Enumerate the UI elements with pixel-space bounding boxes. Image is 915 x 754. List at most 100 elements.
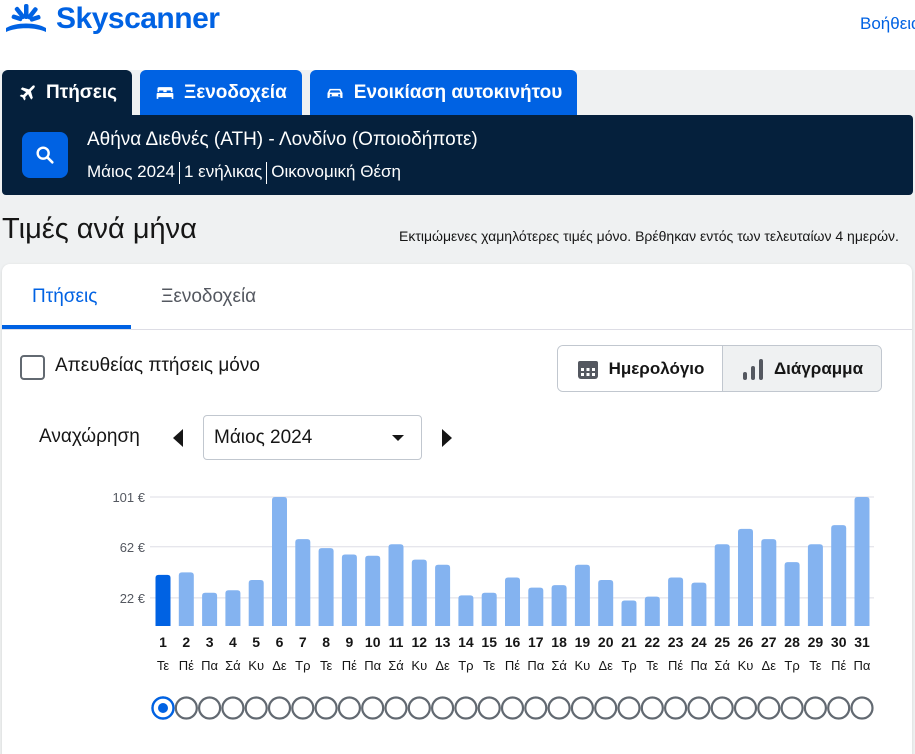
price-bar[interactable] [784,562,800,626]
price-bar[interactable] [598,580,614,626]
price-bar[interactable] [202,592,218,626]
price-bar[interactable] [528,587,544,626]
weekday-label: Κυ [411,658,427,673]
day-number-label: 2 [182,634,190,650]
price-bar[interactable] [574,564,590,626]
day-radio-button[interactable] [640,696,664,720]
day-number-label: 13 [435,634,451,650]
weekday-label: Πέ [668,658,683,673]
weekday-label: Τε [483,658,496,673]
weekday-label: Τε [157,658,170,673]
price-bar[interactable] [155,574,171,626]
weekday-label: Πα [690,658,707,673]
vertical-tabs: Πτήσεις Ξενοδοχεία Ενοικίαση αυτοκινήτου [2,70,578,116]
search-travellers: 1 ενήλικας [183,162,263,181]
day-radio-button[interactable] [337,696,361,720]
price-bar[interactable] [388,544,404,626]
weekday-label: Σά [225,658,241,673]
day-number-label: 15 [481,634,497,650]
weekday-label: Τρ [621,658,636,673]
day-radio-button[interactable] [687,696,711,720]
price-bar[interactable] [365,555,381,626]
day-number-label: 11 [389,634,404,650]
divider [178,162,180,184]
price-bar[interactable] [458,595,474,626]
search-details[interactable]: Μάιος 2024 1 ενήλικας Οικονομική Θέση [87,162,401,184]
day-radio-button[interactable] [617,696,641,720]
price-bar[interactable] [807,544,823,626]
day-radio-button[interactable] [361,696,385,720]
price-bar[interactable] [761,539,777,626]
day-number-label: 6 [276,634,284,650]
price-bar[interactable] [248,580,264,626]
day-radio-button[interactable] [663,696,688,720]
day-number-label: 17 [528,634,544,650]
search-cabin: Οικονομική Θέση [271,162,401,181]
day-radio-button[interactable] [547,696,571,720]
tab-flights-label: Πτήσεις [46,82,117,103]
search-button[interactable] [22,132,68,178]
price-bar[interactable] [621,600,637,626]
price-bar[interactable] [691,582,707,626]
price-bar[interactable] [295,539,311,626]
day-radio-button[interactable] [570,696,595,720]
weekday-label: Πα [364,658,381,673]
day-number-label: 14 [458,634,474,650]
day-radio-button[interactable] [757,696,781,720]
price-bar[interactable] [435,564,451,626]
price-bar[interactable] [411,559,427,626]
day-radio-button[interactable] [594,696,618,720]
price-bar[interactable] [644,596,660,626]
day-radio-button[interactable] [291,696,315,720]
day-number-label: 9 [346,634,354,650]
day-radio-button[interactable] [174,696,198,720]
top-bar: Skyscanner Βοήθεια [0,0,915,70]
tab-car-hire[interactable]: Ενοικίαση αυτοκινήτου [309,70,578,116]
price-bar[interactable] [272,497,287,626]
skyscanner-logo[interactable]: Skyscanner [2,2,220,36]
day-number-label: 5 [252,634,260,650]
price-bar[interactable] [551,585,567,626]
tab-hotels[interactable]: Ξενοδοχεία [139,70,302,116]
day-number-label: 24 [691,634,707,650]
day-radio-button[interactable] [384,696,408,720]
price-bar[interactable] [318,548,334,626]
price-bar[interactable] [738,528,753,626]
search-route[interactable]: Αθήνα Διεθνές (ATH) - Λονδίνο (Οποιοδήπο… [87,129,478,151]
price-bar[interactable] [178,572,194,626]
day-radio-button[interactable] [524,696,548,720]
day-radio-button[interactable] [221,696,245,720]
day-radio-button[interactable] [314,696,338,720]
day-radio-button[interactable] [500,696,525,720]
day-radio-button[interactable] [244,696,268,720]
weekday-label: Σά [714,658,730,673]
tab-car-hire-label: Ενοικίαση αυτοκινήτου [353,82,563,103]
help-link[interactable]: Βοήθεια [860,14,915,34]
day-radio-button[interactable] [431,696,455,720]
price-bar[interactable] [714,544,730,626]
day-radio-button[interactable] [827,696,851,720]
day-number-label: 28 [784,634,800,650]
brand-name: Skyscanner [56,2,220,35]
plane-icon [19,85,35,101]
day-radio-button[interactable] [780,696,804,720]
price-bar[interactable] [341,554,357,626]
weekday-label: Δε [762,658,777,673]
price-bar[interactable] [481,592,497,626]
price-bar[interactable] [854,497,870,626]
price-bar[interactable] [668,577,684,626]
tab-hotels-label: Ξενοδοχεία [183,82,287,103]
day-radio-button[interactable] [407,696,431,720]
tab-flights[interactable]: Πτήσεις [2,70,132,116]
day-radio-button[interactable] [267,696,292,720]
day-radio-button[interactable] [198,696,222,720]
price-bar[interactable] [505,577,520,626]
price-bar[interactable] [225,590,241,626]
day-radio-button[interactable] [850,696,874,720]
day-radio-button[interactable] [454,696,478,720]
day-radio-button[interactable] [710,696,734,720]
day-radio-button[interactable] [477,696,501,720]
day-radio-button[interactable] [733,696,758,720]
day-radio-button[interactable] [803,696,828,720]
price-bar[interactable] [831,525,847,626]
